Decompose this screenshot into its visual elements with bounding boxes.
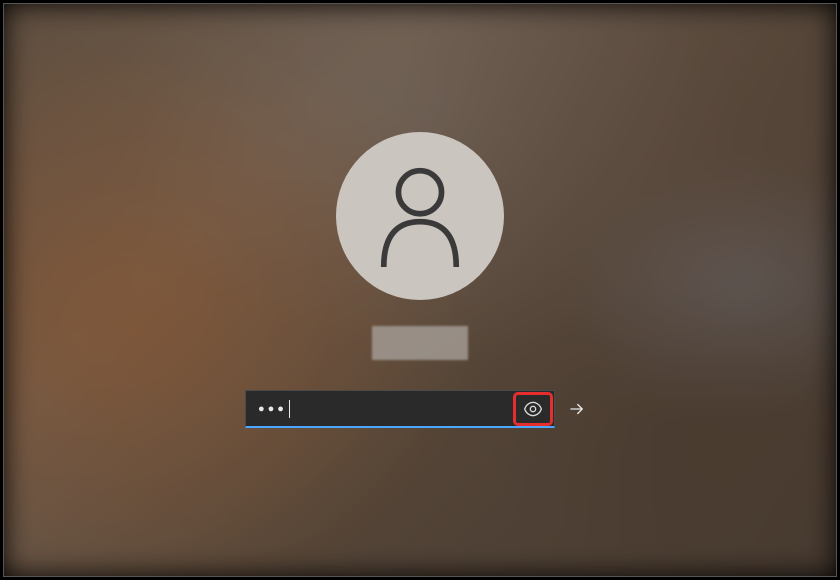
eye-icon (523, 399, 543, 419)
username-label (372, 326, 468, 360)
user-icon (374, 165, 466, 267)
user-avatar (336, 132, 504, 300)
arrow-right-icon (568, 400, 586, 418)
password-row: ●●● (245, 390, 595, 428)
reveal-password-button[interactable] (514, 393, 552, 425)
text-cursor (289, 400, 290, 418)
login-panel: ●●● (245, 132, 595, 428)
submit-button[interactable] (559, 390, 595, 428)
password-masked-value: ●●● (258, 403, 287, 415)
password-input[interactable]: ●●● (246, 400, 290, 418)
password-field-container: ●●● (245, 390, 555, 428)
